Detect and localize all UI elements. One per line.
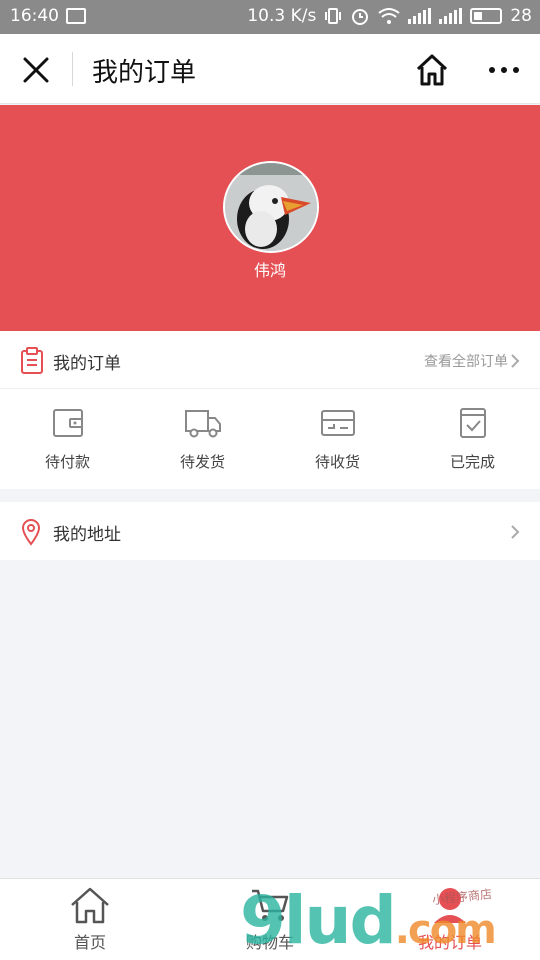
username: 伟鸿 [253, 261, 286, 280]
status-label: 待收货 [314, 453, 360, 471]
puffin-avatar-image [225, 163, 317, 251]
signal-icon [408, 8, 432, 24]
image-notification-icon [66, 8, 86, 24]
status-pending-payment[interactable]: 待付款 [0, 407, 135, 472]
network-speed: 10.3 K/s [247, 6, 317, 26]
clipboard-icon [21, 347, 43, 374]
status-label: 待付款 [44, 453, 90, 471]
user-icon [434, 888, 466, 923]
address-row[interactable]: 我的地址 [0, 502, 540, 560]
signal-4g-icon [439, 8, 463, 24]
status-bar: 16:40 10.3 K/s 28 [0, 0, 540, 34]
status-time: 16:40 [10, 6, 59, 26]
tab-label: 首页 [73, 933, 106, 952]
status-pending-receipt[interactable]: 待收货 [270, 407, 405, 472]
more-options-icon[interactable] [486, 58, 522, 82]
alarm-icon [352, 9, 369, 25]
status-right: 10.3 K/s 28 [247, 6, 532, 26]
tab-home[interactable]: 首页 [0, 885, 180, 953]
chevron-right-icon [511, 354, 520, 368]
title-bar: 我的订单 [0, 34, 540, 104]
tab-label: 我的订单 [417, 933, 482, 952]
orders-header[interactable]: 我的订单 查看全部订单 [0, 331, 540, 389]
orders-label: 我的订单 [53, 354, 121, 374]
orders-card: 我的订单 查看全部订单 待付款 待发货 待收货 已完成 [0, 331, 540, 489]
status-pending-shipment[interactable]: 待发货 [135, 407, 270, 472]
avatar[interactable] [223, 161, 319, 253]
tab-my-orders[interactable]: 我的订单 [360, 885, 540, 953]
battery-icon [470, 8, 503, 24]
truck-icon [184, 410, 221, 438]
close-icon[interactable] [20, 54, 52, 86]
home-icon[interactable] [414, 52, 450, 88]
package-icon [320, 410, 355, 436]
battery-level: 28 [510, 6, 532, 26]
profile-banner: 伟鸿 [0, 105, 540, 331]
address-label: 我的地址 [53, 525, 121, 545]
wallet-icon [52, 409, 83, 437]
status-label: 已完成 [449, 453, 495, 471]
tab-cart[interactable]: 购物车 [180, 885, 360, 953]
status-label: 待发货 [179, 453, 225, 471]
title-divider [72, 52, 73, 86]
status-completed[interactable]: 已完成 [405, 407, 540, 472]
page-title: 我的订单 [92, 58, 197, 88]
bottom-tab-bar: 首页 购物车 我的订单 [0, 878, 540, 960]
tab-label: 购物车 [245, 933, 294, 952]
chevron-right-icon [511, 525, 520, 539]
view-all-orders-link[interactable]: 查看全部订单 [424, 351, 508, 371]
checkbox-icon [459, 408, 486, 438]
location-pin-icon [21, 519, 41, 546]
cart-icon [252, 889, 289, 921]
wifi-icon [378, 8, 400, 24]
home-icon [71, 887, 109, 924]
vibrate-icon [325, 8, 342, 24]
